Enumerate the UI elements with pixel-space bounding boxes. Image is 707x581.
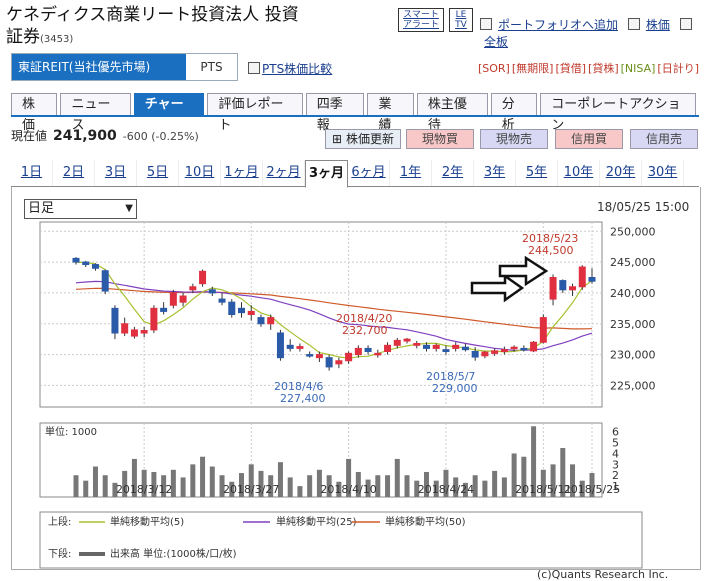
candle-body bbox=[325, 357, 333, 368]
candle-body bbox=[452, 344, 460, 349]
candle-body bbox=[549, 277, 557, 300]
candle-body bbox=[296, 346, 304, 349]
legend-volume: 出来高 単位:(1000株/口/枚) bbox=[110, 547, 237, 560]
candle-body bbox=[403, 338, 411, 342]
volume-bar bbox=[394, 458, 400, 497]
candle-body bbox=[491, 350, 499, 354]
price-tick-label: 240,000 bbox=[610, 287, 656, 300]
date-tick-label: 2018/4/24 bbox=[418, 483, 474, 496]
candle-body bbox=[111, 307, 119, 334]
volume-bar bbox=[190, 464, 196, 497]
price-tick-label: 230,000 bbox=[610, 349, 656, 362]
volume-bar bbox=[287, 477, 293, 497]
candle-body bbox=[315, 354, 323, 359]
legend-ma25: 単純移動平均(25) bbox=[276, 515, 357, 528]
candle-body bbox=[130, 329, 138, 337]
annotation-value: 232,700 bbox=[342, 324, 388, 337]
candle-body bbox=[306, 354, 314, 357]
candle-body bbox=[169, 292, 177, 306]
candle-body bbox=[179, 295, 187, 303]
volume-bar bbox=[492, 470, 498, 497]
candle-body bbox=[569, 286, 577, 291]
candle-body bbox=[101, 270, 109, 292]
price-tick-label: 245,000 bbox=[610, 256, 656, 269]
candle-body bbox=[91, 264, 99, 269]
candle-body bbox=[461, 346, 469, 351]
price-tick-label: 225,000 bbox=[610, 379, 656, 392]
volume-bar bbox=[102, 475, 108, 497]
candle-body bbox=[121, 323, 129, 334]
candle-body bbox=[199, 270, 207, 285]
price-chart: 250,000 245,000 240,000 235,000 230,000 225,0… bbox=[39, 221, 656, 569]
volume-bar bbox=[83, 480, 89, 497]
date-tick-label: 2018/3/12 bbox=[116, 483, 172, 496]
volume-bar bbox=[180, 477, 186, 497]
candle-body bbox=[422, 344, 430, 349]
candle-body bbox=[471, 351, 479, 358]
candle-body bbox=[286, 344, 294, 349]
volume-unit-label: 単位: 1000 bbox=[45, 425, 97, 438]
volume-bar bbox=[209, 466, 215, 497]
candle-body bbox=[384, 344, 392, 353]
candle-body bbox=[345, 352, 353, 362]
candle-body bbox=[578, 266, 586, 288]
price-tick-label: 250,000 bbox=[610, 225, 656, 238]
candle-body bbox=[160, 307, 168, 312]
date-tick-label: 2018/3/27 bbox=[223, 483, 279, 496]
volume-bar bbox=[297, 486, 303, 497]
candle-body bbox=[150, 307, 158, 331]
candle-body bbox=[364, 347, 372, 352]
candle-body bbox=[267, 317, 275, 325]
candle-body bbox=[510, 346, 518, 350]
candle-body bbox=[208, 289, 216, 294]
date-tick-label: 2018/4/10 bbox=[320, 483, 376, 496]
legend-top-label: 上段: bbox=[48, 515, 71, 528]
candle-body bbox=[247, 310, 255, 315]
volume-bar bbox=[501, 477, 507, 497]
candle-body bbox=[520, 347, 528, 351]
candle-body bbox=[276, 332, 284, 359]
legend-ma5: 単純移動平均(5) bbox=[110, 515, 184, 528]
volume-bar bbox=[404, 475, 410, 497]
candle-body bbox=[189, 286, 197, 291]
candle-body bbox=[374, 352, 382, 356]
candle-body bbox=[432, 344, 440, 349]
candle-body bbox=[530, 341, 538, 352]
candle-body bbox=[228, 301, 236, 315]
volume-bar bbox=[200, 456, 206, 497]
candle-body bbox=[500, 349, 508, 352]
credit-text: (c)Quants Research Inc. bbox=[537, 568, 669, 581]
volume-bar bbox=[307, 475, 313, 497]
date-tick-label: 2018/5/25 bbox=[564, 483, 620, 496]
candle-body bbox=[413, 342, 421, 346]
volume-bar bbox=[482, 480, 488, 497]
candle-body bbox=[393, 339, 401, 346]
annotation-value: 244,500 bbox=[528, 244, 574, 257]
candle-body bbox=[539, 317, 547, 343]
volume-bar bbox=[92, 466, 98, 497]
candle-body bbox=[481, 351, 489, 357]
candle-body bbox=[82, 261, 90, 266]
candle-body bbox=[257, 317, 265, 325]
candle-body bbox=[72, 257, 80, 263]
volume-bar bbox=[73, 475, 79, 497]
candle-body bbox=[559, 280, 567, 291]
annotation-value: 227,400 bbox=[280, 392, 326, 405]
candle-body bbox=[218, 298, 226, 303]
legend-bottom-label: 下段: bbox=[48, 547, 71, 560]
volume-bar bbox=[385, 475, 391, 497]
candle-body bbox=[442, 349, 450, 352]
candle-body bbox=[335, 360, 343, 365]
price-tick-label: 235,000 bbox=[610, 318, 656, 331]
candle-body bbox=[140, 330, 148, 334]
candle-body bbox=[588, 277, 596, 282]
legend-ma50: 単純移動平均(50) bbox=[385, 515, 466, 528]
candle-body bbox=[238, 307, 246, 314]
candle-body bbox=[354, 347, 362, 356]
annotation-value: 229,000 bbox=[432, 382, 478, 395]
